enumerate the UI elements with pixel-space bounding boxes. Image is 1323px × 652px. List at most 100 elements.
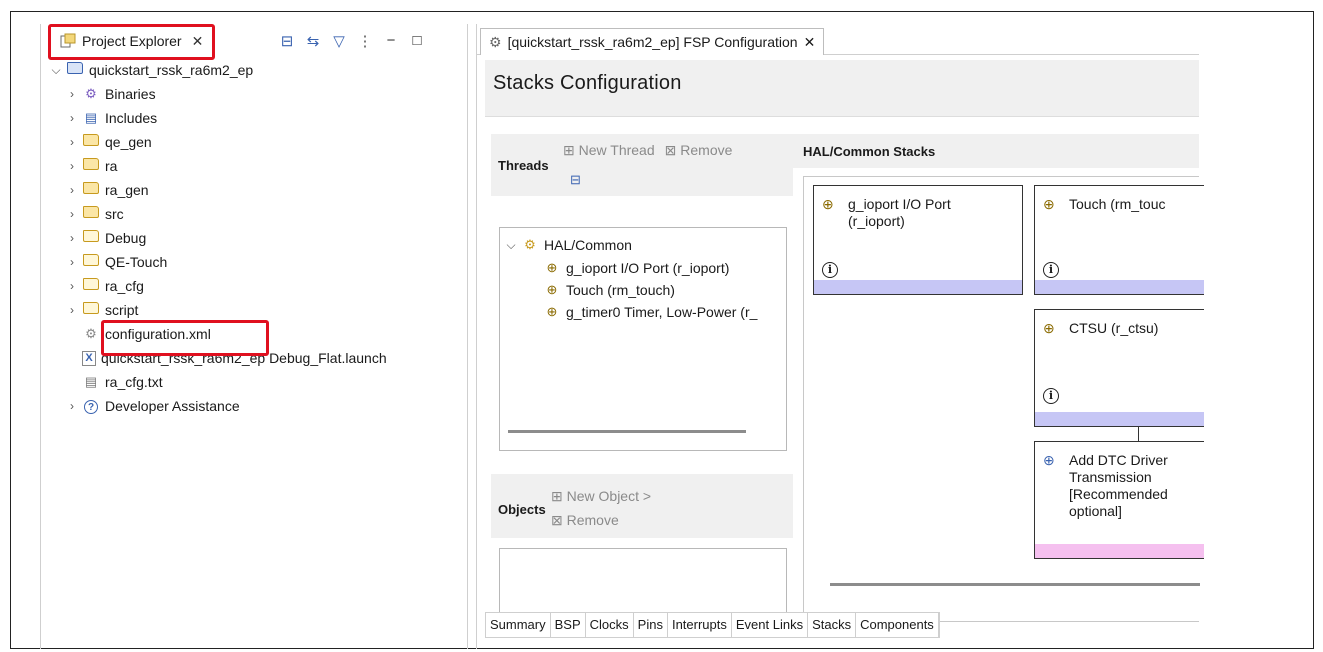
tree-item-label: qe_gen bbox=[105, 134, 152, 150]
tab-components[interactable]: Components bbox=[856, 613, 939, 637]
tab-stacks[interactable]: Stacks bbox=[808, 613, 857, 637]
chevron-right-icon[interactable]: › bbox=[65, 111, 79, 125]
stacks-configuration-header: Stacks Configuration bbox=[485, 60, 1199, 117]
tree-item-label: Developer Assistance bbox=[105, 398, 240, 414]
tree-item-label: ra_cfg.txt bbox=[105, 374, 163, 390]
thread-item-touch[interactable]: ⊕ Touch (rm_touch) bbox=[540, 279, 675, 301]
tree-item-developer-assistance[interactable]: › ? Developer Assistance bbox=[41, 394, 461, 418]
tree-item-project[interactable]: ⌵ quickstart_rssk_ra6m2_ep bbox=[41, 58, 461, 82]
editor-tab-label: [quickstart_rssk_ra6m2_ep] FSP Configura… bbox=[507, 34, 798, 50]
stack-card-add-dtc[interactable]: ⊕ Add DTC Driver Transmission [Recommend… bbox=[1034, 441, 1204, 559]
filter-icon[interactable]: ▽ bbox=[331, 32, 347, 50]
chevron-right-icon[interactable]: › bbox=[65, 159, 79, 173]
tab-pins[interactable]: Pins bbox=[634, 613, 668, 637]
chevron-right-icon[interactable]: › bbox=[65, 399, 79, 413]
thread-item-label: Touch (rm_touch) bbox=[566, 282, 675, 298]
project-tree: ⌵ quickstart_rssk_ra6m2_ep › ⚙ Binaries … bbox=[41, 58, 461, 418]
remove-label: Remove bbox=[566, 512, 619, 528]
collapse-all-icon[interactable]: ⊟ bbox=[279, 32, 295, 50]
thread-root-hal-common[interactable]: ⌵ ⚙ HAL/Common bbox=[504, 234, 631, 256]
tree-item-ra-cfg[interactable]: › ra_cfg bbox=[41, 274, 461, 298]
chevron-right-icon[interactable]: › bbox=[65, 303, 79, 317]
stack-card-title: Add DTC Driver Transmission [Recommended… bbox=[1069, 452, 1168, 520]
chevron-right-icon[interactable]: › bbox=[65, 207, 79, 221]
thread-item-ioport[interactable]: ⊕ g_ioport I/O Port (r_ioport) bbox=[540, 257, 730, 279]
tree-item-label: Binaries bbox=[105, 86, 156, 102]
stacks-scrollbar[interactable] bbox=[830, 583, 1200, 586]
threads-buttons: ⊞ New Thread ⊠ Remove bbox=[563, 142, 732, 159]
configuration-tabs: Summary BSP Clocks Pins Interrupts Event… bbox=[485, 612, 940, 638]
view-menu-icon[interactable]: ⋮ bbox=[357, 32, 373, 50]
tree-item-label: Includes bbox=[105, 110, 158, 126]
tree-item-ra-gen[interactable]: › ra_gen bbox=[41, 178, 461, 202]
remove-thread-button[interactable]: ⊠ Remove bbox=[665, 142, 733, 159]
chevron-down-icon[interactable]: ⌵ bbox=[49, 63, 63, 78]
tree-item-binaries[interactable]: › ⚙ Binaries bbox=[41, 82, 461, 106]
tab-summary[interactable]: Summary bbox=[486, 613, 551, 637]
chevron-down-icon[interactable]: ⌵ bbox=[504, 238, 518, 253]
module-icon: ⊕ bbox=[1043, 196, 1055, 212]
stack-card-title-line: (r_ioport) bbox=[848, 213, 905, 229]
editor-tab-bar: ⚙ [quickstart_rssk_ra6m2_ep] FSP Configu… bbox=[477, 28, 1199, 55]
stack-card-title-line: g_ioport I/O Port bbox=[848, 196, 951, 212]
tree-item-label: ra_cfg bbox=[105, 278, 144, 294]
tree-item-ra-cfg-txt[interactable]: ▤ ra_cfg.txt bbox=[41, 370, 461, 394]
folder-icon bbox=[82, 230, 100, 246]
project-explorer-highlight bbox=[48, 24, 215, 60]
tree-item-qe-touch[interactable]: › QE-Touch bbox=[41, 250, 461, 274]
chevron-right-icon[interactable]: › bbox=[65, 255, 79, 269]
stack-card-title-line: [Recommended bbox=[1069, 486, 1168, 502]
folder-icon bbox=[82, 278, 100, 294]
project-explorer-toolbar: ⊟ ⇆ ▽ ⋮ − □ bbox=[279, 32, 425, 50]
chevron-right-icon[interactable]: › bbox=[65, 183, 79, 197]
new-thread-button[interactable]: ⊞ New Thread bbox=[563, 142, 655, 159]
new-object-label: New Object > bbox=[566, 488, 652, 504]
remove-icon: ⊠ bbox=[664, 142, 677, 158]
remove-object-button[interactable]: ⊠ Remove bbox=[551, 508, 651, 532]
stack-card-ioport[interactable]: ⊕ g_ioport I/O Port (r_ioport) i bbox=[813, 185, 1023, 295]
threads-scrollbar[interactable] bbox=[508, 430, 746, 433]
tree-item-includes[interactable]: › ▤ Includes bbox=[41, 106, 461, 130]
info-icon[interactable]: i bbox=[822, 262, 838, 278]
chevron-right-icon[interactable]: › bbox=[65, 87, 79, 101]
project-icon bbox=[66, 62, 84, 78]
stack-card-bar bbox=[814, 280, 1022, 294]
close-icon[interactable]: ✕ bbox=[804, 34, 816, 51]
collapse-icon[interactable]: ⊟ bbox=[570, 172, 581, 188]
maximize-icon[interactable]: □ bbox=[409, 32, 425, 50]
info-icon[interactable]: i bbox=[1043, 262, 1059, 278]
source-folder-icon bbox=[82, 158, 100, 174]
tree-item-debug[interactable]: › Debug bbox=[41, 226, 461, 250]
editor-tab-fsp-configuration[interactable]: ⚙ [quickstart_rssk_ra6m2_ep] FSP Configu… bbox=[480, 28, 825, 55]
tree-item-qe-gen[interactable]: › qe_gen bbox=[41, 130, 461, 154]
chevron-right-icon[interactable]: › bbox=[65, 231, 79, 245]
config-file-icon: ⚙ bbox=[85, 326, 97, 341]
folder-icon bbox=[82, 254, 100, 270]
new-object-button[interactable]: ⊞ New Object > bbox=[551, 484, 651, 508]
stack-card-bar bbox=[1035, 544, 1204, 558]
stack-card-touch[interactable]: ⊕ Touch (rm_touc i bbox=[1034, 185, 1204, 295]
module-icon: ⊕ bbox=[822, 196, 834, 212]
chevron-right-icon[interactable]: › bbox=[65, 135, 79, 149]
thread-item-timer[interactable]: ⊕ g_timer0 Timer, Low-Power (r_ bbox=[540, 301, 758, 323]
tab-interrupts[interactable]: Interrupts bbox=[668, 613, 732, 637]
stack-card-title-line: Touch (rm_touc bbox=[1069, 196, 1166, 212]
tree-item-ra[interactable]: › ra bbox=[41, 154, 461, 178]
minimize-icon[interactable]: − bbox=[383, 32, 399, 50]
chevron-right-icon[interactable]: › bbox=[65, 279, 79, 293]
stack-card-bar bbox=[1035, 412, 1204, 426]
tab-bsp[interactable]: BSP bbox=[551, 613, 586, 637]
source-folder-icon bbox=[82, 134, 100, 150]
page-title: Stacks Configuration bbox=[493, 72, 682, 94]
remove-label: Remove bbox=[680, 142, 733, 158]
tab-event-links[interactable]: Event Links bbox=[732, 613, 809, 637]
tree-item-script[interactable]: › script bbox=[41, 298, 461, 322]
source-folder-icon bbox=[82, 206, 100, 222]
info-icon[interactable]: i bbox=[1043, 388, 1059, 404]
tree-item-src[interactable]: › src bbox=[41, 202, 461, 226]
stack-card-title: CTSU (r_ctsu) bbox=[1069, 320, 1158, 337]
stack-card-ctsu[interactable]: ⊕ CTSU (r_ctsu) i bbox=[1034, 309, 1204, 427]
tab-clocks[interactable]: Clocks bbox=[586, 613, 634, 637]
link-editor-icon[interactable]: ⇆ bbox=[305, 32, 321, 50]
new-thread-label: New Thread bbox=[578, 142, 655, 158]
